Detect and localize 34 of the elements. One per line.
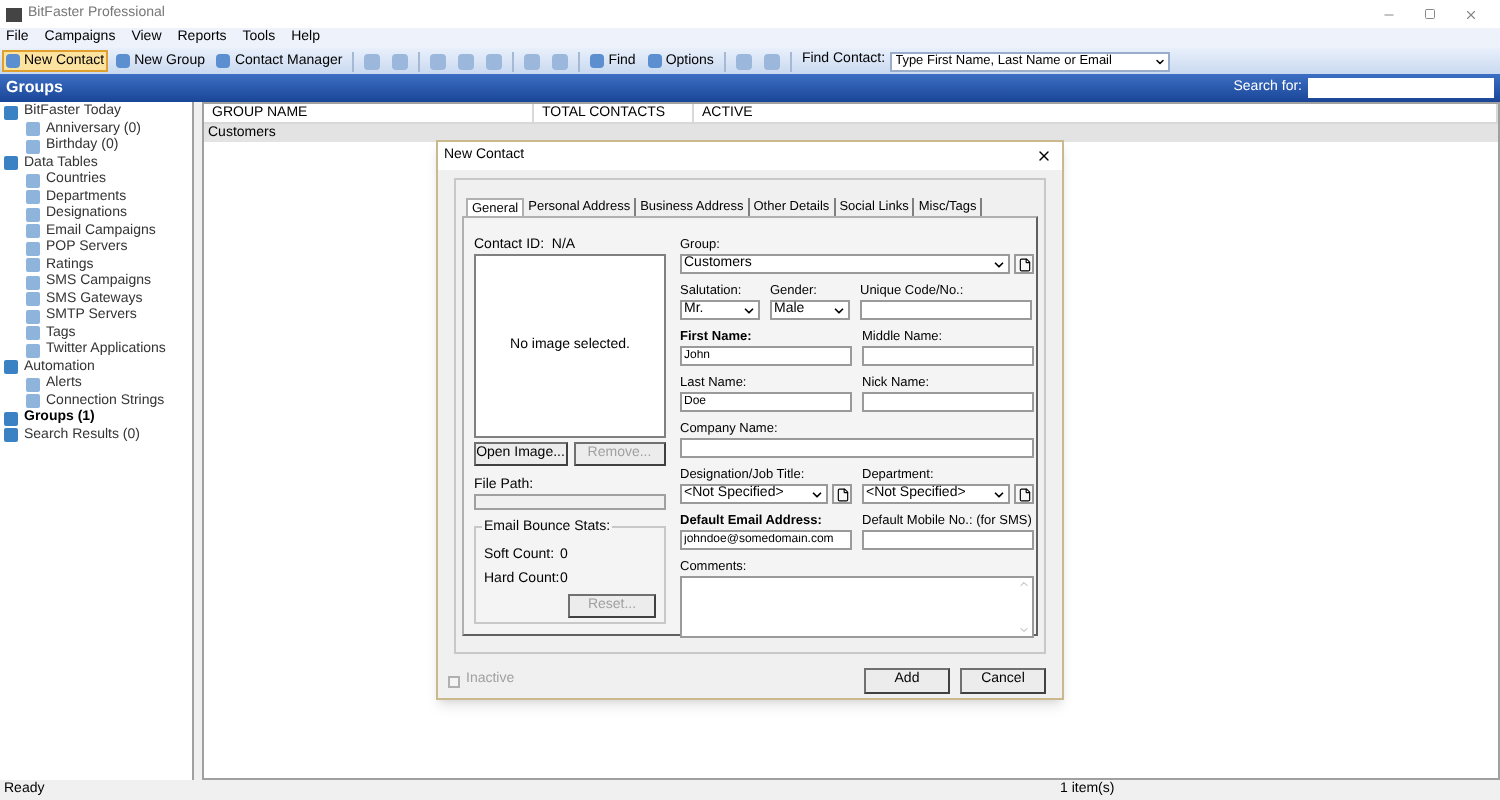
input-field[interactable] <box>680 438 1034 458</box>
document-icon <box>835 487 849 501</box>
file-path-field[interactable] <box>474 494 666 510</box>
input-field[interactable] <box>862 346 1034 366</box>
app-logo-icon <box>6 7 22 21</box>
tree-node-icon <box>4 105 18 120</box>
new-item-button[interactable] <box>1014 484 1034 504</box>
caret-icon <box>992 257 1006 271</box>
input-field[interactable] <box>862 530 1034 550</box>
input-field[interactable] <box>862 392 1034 412</box>
scroll-up-icon <box>1018 578 1030 590</box>
toolbar-button-icon <box>216 54 231 68</box>
new-item-button[interactable] <box>1014 254 1034 274</box>
panel-title: Groups <box>6 76 63 100</box>
scroll-down-icon <box>1018 624 1030 636</box>
toolbar-button-icon <box>6 54 20 68</box>
search-field[interactable] <box>1308 78 1494 98</box>
input-field[interactable] <box>860 300 1032 320</box>
tree-node-icon <box>4 360 18 375</box>
toolbar-button-icon <box>590 54 605 68</box>
maximize-icon[interactable] <box>1424 7 1436 19</box>
toolbar-button-icon <box>647 54 662 68</box>
caret-icon <box>810 487 824 501</box>
caret-icon <box>992 487 1006 501</box>
comments-field[interactable] <box>680 576 1034 638</box>
caret-icon <box>742 303 756 317</box>
close-icon[interactable] <box>1036 148 1052 164</box>
new-item-button[interactable] <box>832 484 852 504</box>
caret-icon <box>832 303 846 317</box>
tree-node-icon <box>4 156 18 171</box>
document-icon <box>1017 257 1031 271</box>
document-icon <box>1017 487 1031 501</box>
toolbar-button-icon <box>116 54 131 68</box>
caret-icon <box>1153 55 1166 67</box>
